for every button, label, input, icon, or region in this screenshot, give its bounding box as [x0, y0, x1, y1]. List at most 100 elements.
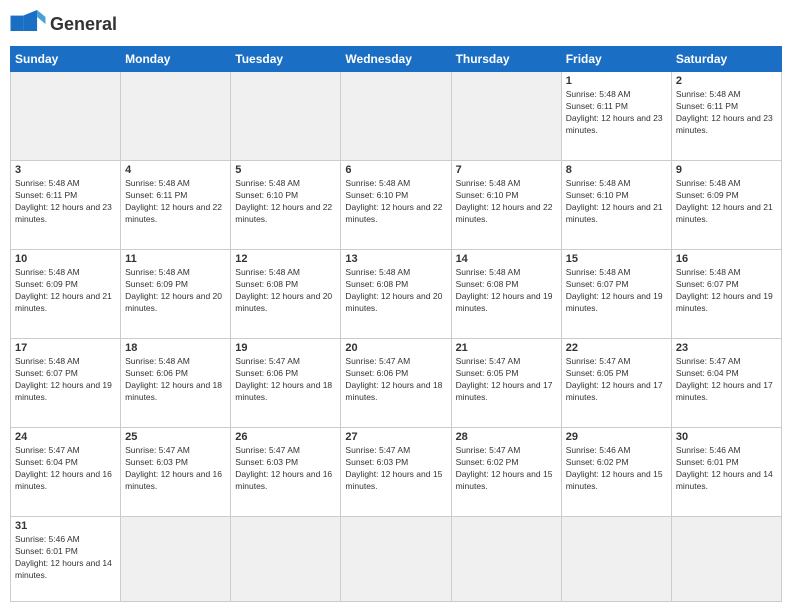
day-info: Sunrise: 5:47 AM Sunset: 6:05 PM Dayligh… [566, 356, 667, 404]
day-info: Sunrise: 5:48 AM Sunset: 6:10 PM Dayligh… [235, 178, 336, 226]
day-number: 28 [456, 431, 557, 443]
calendar-cell: 24 Sunrise: 5:47 AM Sunset: 6:04 PM Dayli… [11, 428, 121, 517]
calendar-cell: 16 Sunrise: 5:48 AM Sunset: 6:07 PM Dayli… [671, 250, 781, 339]
calendar-cell: 15Sunrise: 5:48 AM Sunset: 6:07 PM Dayli… [561, 250, 671, 339]
calendar-cell: 8 Sunrise: 5:48 AM Sunset: 6:10 PM Daylig… [561, 161, 671, 250]
day-info: Sunrise: 5:47 AM Sunset: 6:03 PM Dayligh… [235, 445, 336, 493]
weekday-header-monday: Monday [121, 47, 231, 72]
day-info: Sunrise: 5:47 AM Sunset: 6:02 PM Dayligh… [456, 445, 557, 493]
day-number: 18 [125, 342, 226, 354]
day-number: 9 [676, 164, 777, 176]
day-info: Sunrise: 5:47 AM Sunset: 6:05 PM Dayligh… [456, 356, 557, 404]
day-number: 21 [456, 342, 557, 354]
calendar-cell: 12 Sunrise: 5:48 AM Sunset: 6:08 PM Dayli… [231, 250, 341, 339]
calendar-cell: 21 Sunrise: 5:47 AM Sunset: 6:05 PM Dayli… [451, 339, 561, 428]
day-number: 19 [235, 342, 336, 354]
day-number: 4 [125, 164, 226, 176]
calendar-week-row: 24 Sunrise: 5:47 AM Sunset: 6:04 PM Dayli… [11, 428, 782, 517]
calendar-cell [341, 72, 451, 161]
weekday-header-friday: Friday [561, 47, 671, 72]
day-info: Sunrise: 5:47 AM Sunset: 6:04 PM Dayligh… [15, 445, 116, 493]
calendar-cell: 28 Sunrise: 5:47 AM Sunset: 6:02 PM Dayli… [451, 428, 561, 517]
day-info: Sunrise: 5:47 AM Sunset: 6:06 PM Dayligh… [235, 356, 336, 404]
logo: General [10, 10, 117, 38]
calendar-cell [231, 517, 341, 602]
calendar-cell [11, 72, 121, 161]
day-info: Sunrise: 5:48 AM Sunset: 6:07 PM Dayligh… [15, 356, 116, 404]
day-number: 30 [676, 431, 777, 443]
calendar-cell: 30 Sunrise: 5:46 AM Sunset: 6:01 PM Dayli… [671, 428, 781, 517]
day-info: Sunrise: 5:46 AM Sunset: 6:01 PM Dayligh… [15, 534, 116, 582]
calendar-cell: 26 Sunrise: 5:47 AM Sunset: 6:03 PM Dayli… [231, 428, 341, 517]
day-info: Sunrise: 5:47 AM Sunset: 6:03 PM Dayligh… [345, 445, 446, 493]
day-info: Sunrise: 5:46 AM Sunset: 6:01 PM Dayligh… [676, 445, 777, 493]
day-info: Sunrise: 5:48 AM Sunset: 6:11 PM Dayligh… [566, 89, 667, 137]
calendar-cell: 5Sunrise: 5:48 AM Sunset: 6:10 PM Daylig… [231, 161, 341, 250]
calendar-cell: 19 Sunrise: 5:47 AM Sunset: 6:06 PM Dayli… [231, 339, 341, 428]
calendar-cell: 7Sunrise: 5:48 AM Sunset: 6:10 PM Daylig… [451, 161, 561, 250]
day-info: Sunrise: 5:48 AM Sunset: 6:07 PM Dayligh… [676, 267, 777, 315]
calendar-week-row: 1 Sunrise: 5:48 AM Sunset: 6:11 PM Daylig… [11, 72, 782, 161]
day-info: Sunrise: 5:46 AM Sunset: 6:02 PM Dayligh… [566, 445, 667, 493]
day-number: 8 [566, 164, 667, 176]
day-number: 14 [456, 253, 557, 265]
calendar-cell: 3 Sunrise: 5:48 AM Sunset: 6:11 PM Daylig… [11, 161, 121, 250]
calendar-cell [671, 517, 781, 602]
day-info: Sunrise: 5:48 AM Sunset: 6:08 PM Dayligh… [456, 267, 557, 315]
calendar-cell: 6Sunrise: 5:48 AM Sunset: 6:10 PM Daylig… [341, 161, 451, 250]
calendar-cell: 13Sunrise: 5:48 AM Sunset: 6:08 PM Dayli… [341, 250, 451, 339]
calendar-week-row: 10 Sunrise: 5:48 AM Sunset: 6:09 PM Dayli… [11, 250, 782, 339]
calendar-cell: 31Sunrise: 5:46 AM Sunset: 6:01 PM Dayli… [11, 517, 121, 602]
day-number: 10 [15, 253, 116, 265]
calendar-cell: 14 Sunrise: 5:48 AM Sunset: 6:08 PM Dayli… [451, 250, 561, 339]
day-info: Sunrise: 5:48 AM Sunset: 6:11 PM Dayligh… [676, 89, 777, 137]
day-number: 16 [676, 253, 777, 265]
weekday-header-sunday: Sunday [11, 47, 121, 72]
weekday-header-row: SundayMondayTuesdayWednesdayThursdayFrid… [11, 47, 782, 72]
calendar-cell: 20Sunrise: 5:47 AM Sunset: 6:06 PM Dayli… [341, 339, 451, 428]
day-info: Sunrise: 5:48 AM Sunset: 6:07 PM Dayligh… [566, 267, 667, 315]
calendar-cell [561, 517, 671, 602]
day-info: Sunrise: 5:48 AM Sunset: 6:09 PM Dayligh… [676, 178, 777, 226]
day-number: 11 [125, 253, 226, 265]
calendar-cell: 4 Sunrise: 5:48 AM Sunset: 6:11 PM Daylig… [121, 161, 231, 250]
header: General [10, 10, 782, 38]
day-info: Sunrise: 5:48 AM Sunset: 6:08 PM Dayligh… [235, 267, 336, 315]
calendar-cell: 9 Sunrise: 5:48 AM Sunset: 6:09 PM Daylig… [671, 161, 781, 250]
day-info: Sunrise: 5:48 AM Sunset: 6:10 PM Dayligh… [456, 178, 557, 226]
day-info: Sunrise: 5:48 AM Sunset: 6:11 PM Dayligh… [15, 178, 116, 226]
day-number: 12 [235, 253, 336, 265]
day-number: 3 [15, 164, 116, 176]
general-blue-logo-icon [10, 10, 46, 38]
day-number: 22 [566, 342, 667, 354]
calendar-week-row: 3 Sunrise: 5:48 AM Sunset: 6:11 PM Daylig… [11, 161, 782, 250]
day-number: 17 [15, 342, 116, 354]
day-number: 20 [345, 342, 446, 354]
page: General SundayMondayTuesdayWednesdayThur… [0, 0, 792, 612]
weekday-header-saturday: Saturday [671, 47, 781, 72]
day-info: Sunrise: 5:47 AM Sunset: 6:04 PM Dayligh… [676, 356, 777, 404]
calendar-cell: 11Sunrise: 5:48 AM Sunset: 6:09 PM Dayli… [121, 250, 231, 339]
day-info: Sunrise: 5:47 AM Sunset: 6:03 PM Dayligh… [125, 445, 226, 493]
calendar-cell: 23Sunrise: 5:47 AM Sunset: 6:04 PM Dayli… [671, 339, 781, 428]
day-number: 6 [345, 164, 446, 176]
day-info: Sunrise: 5:48 AM Sunset: 6:11 PM Dayligh… [125, 178, 226, 226]
calendar-cell [231, 72, 341, 161]
day-info: Sunrise: 5:48 AM Sunset: 6:10 PM Dayligh… [566, 178, 667, 226]
calendar-cell [341, 517, 451, 602]
calendar-cell [121, 517, 231, 602]
logo-text: General [50, 14, 117, 35]
calendar-cell [451, 517, 561, 602]
day-number: 1 [566, 75, 667, 87]
calendar-cell: 18Sunrise: 5:48 AM Sunset: 6:06 PM Dayli… [121, 339, 231, 428]
day-number: 24 [15, 431, 116, 443]
weekday-header-thursday: Thursday [451, 47, 561, 72]
calendar-week-row: 31Sunrise: 5:46 AM Sunset: 6:01 PM Dayli… [11, 517, 782, 602]
weekday-header-wednesday: Wednesday [341, 47, 451, 72]
calendar-cell [451, 72, 561, 161]
day-number: 26 [235, 431, 336, 443]
day-number: 2 [676, 75, 777, 87]
day-info: Sunrise: 5:48 AM Sunset: 6:09 PM Dayligh… [15, 267, 116, 315]
calendar-cell: 27Sunrise: 5:47 AM Sunset: 6:03 PM Dayli… [341, 428, 451, 517]
day-number: 29 [566, 431, 667, 443]
